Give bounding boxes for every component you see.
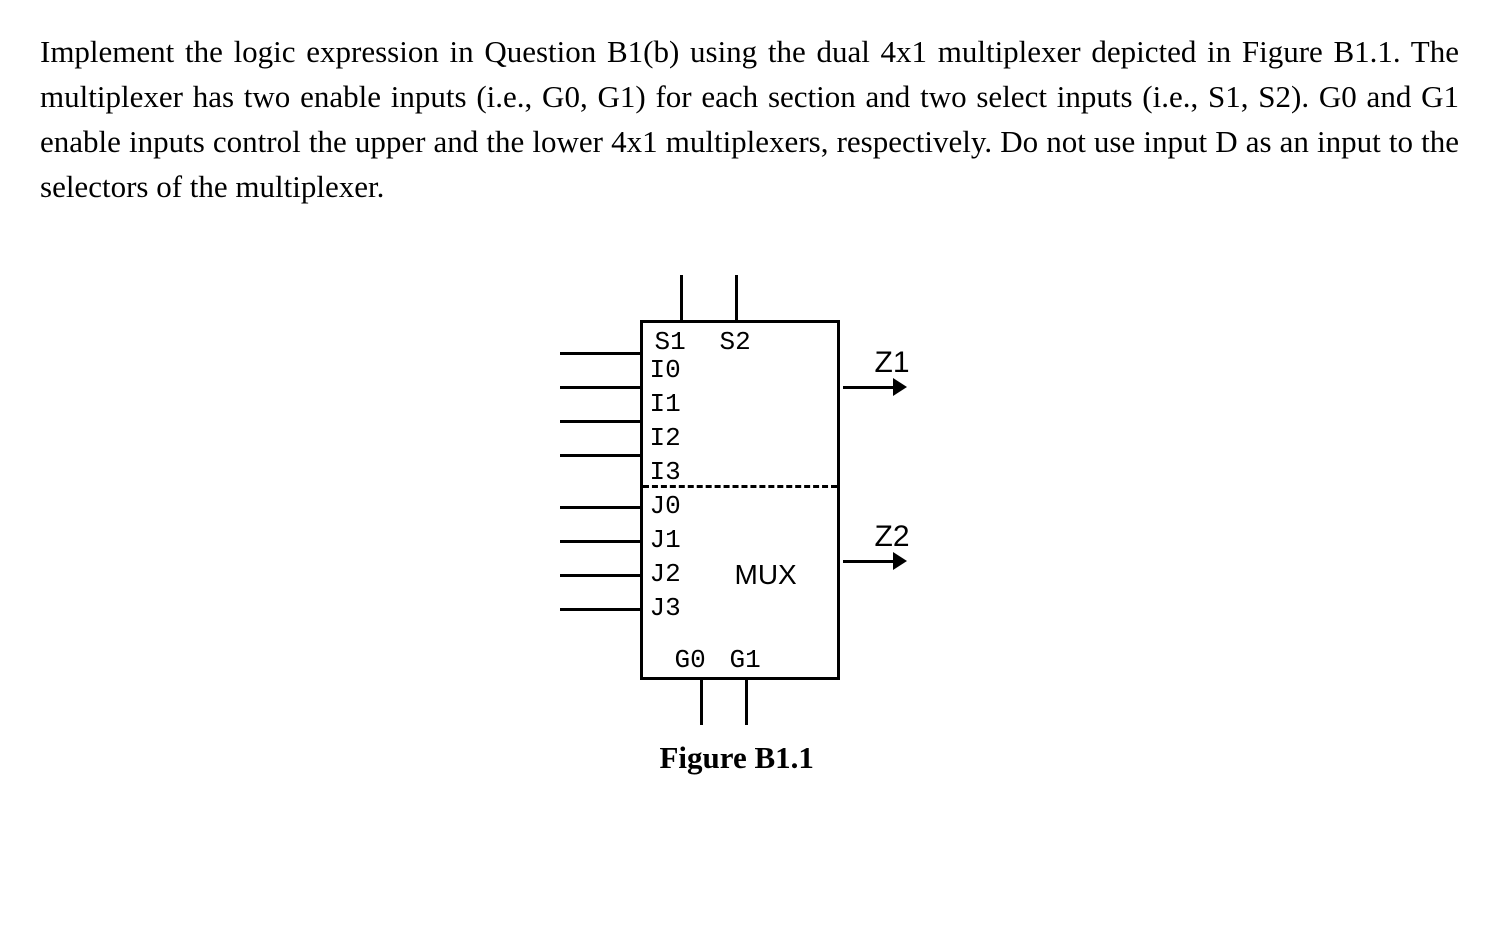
label-i0: I0 (650, 355, 681, 385)
wire-i3 (560, 454, 640, 457)
wire-i1 (560, 386, 640, 389)
wire-s2 (735, 275, 738, 320)
label-j2: J2 (650, 559, 681, 589)
question-paragraph: Implement the logic expression in Questi… (40, 30, 1459, 210)
wire-z2 (843, 560, 893, 563)
mux-diagram: S1 S2 I0 I1 I2 I3 J0 J1 J2 J3 G0 G1 MUX … (540, 250, 960, 890)
wire-z1 (843, 386, 893, 389)
label-i2: I2 (650, 423, 681, 453)
label-i3: I3 (650, 457, 681, 487)
label-j3: J3 (650, 593, 681, 623)
wire-g1 (745, 680, 748, 725)
label-s2: S2 (720, 327, 751, 357)
wire-j3 (560, 608, 640, 611)
wire-g0 (700, 680, 703, 725)
label-j1: J1 (650, 525, 681, 555)
arrow-z1 (893, 378, 907, 396)
figure-caption: Figure B1.1 (660, 740, 814, 776)
label-g1: G1 (730, 645, 761, 675)
arrow-z2 (893, 552, 907, 570)
label-i1: I1 (650, 389, 681, 419)
wire-j2 (560, 574, 640, 577)
diagram-container: S1 S2 I0 I1 I2 I3 J0 J1 J2 J3 G0 G1 MUX … (40, 250, 1459, 890)
label-j0: J0 (650, 491, 681, 521)
label-s1: S1 (655, 327, 686, 357)
wire-j0 (560, 506, 640, 509)
label-g0: G0 (675, 645, 706, 675)
wire-j1 (560, 540, 640, 543)
label-z1: Z1 (875, 346, 910, 380)
wire-i0 (560, 352, 640, 355)
label-z2: Z2 (875, 520, 910, 554)
wire-s1 (680, 275, 683, 320)
wire-i2 (560, 420, 640, 423)
label-mux: MUX (735, 559, 797, 591)
